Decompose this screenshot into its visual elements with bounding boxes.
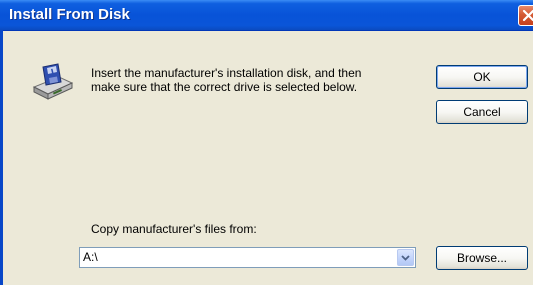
instruction-line-1: Insert the manufacturer's installation d… <box>91 66 362 80</box>
source-path-value[interactable]: A:\ <box>83 250 98 264</box>
copy-files-label: Copy manufacturer's files from: <box>91 222 257 236</box>
source-path-combobox[interactable]: A:\ <box>79 247 416 268</box>
instruction-line-2: make sure that the correct drive is sele… <box>91 80 358 94</box>
title-bar[interactable]: Install From Disk <box>0 0 533 31</box>
browse-button[interactable]: Browse... <box>436 246 528 270</box>
window-frame-left <box>0 30 3 285</box>
instruction-message: Insert the manufacturer's installation d… <box>91 66 421 94</box>
close-icon <box>522 9 533 22</box>
ok-button[interactable]: OK <box>436 65 528 89</box>
disk-drive-icon <box>31 61 75 106</box>
cancel-button[interactable]: Cancel <box>436 100 528 124</box>
install-from-disk-dialog: Install From Disk Insert the manufacture… <box>0 0 533 285</box>
chevron-down-icon <box>401 255 410 261</box>
dropdown-button[interactable] <box>397 249 414 266</box>
close-button[interactable] <box>518 5 533 26</box>
window-title: Install From Disk <box>9 6 130 23</box>
